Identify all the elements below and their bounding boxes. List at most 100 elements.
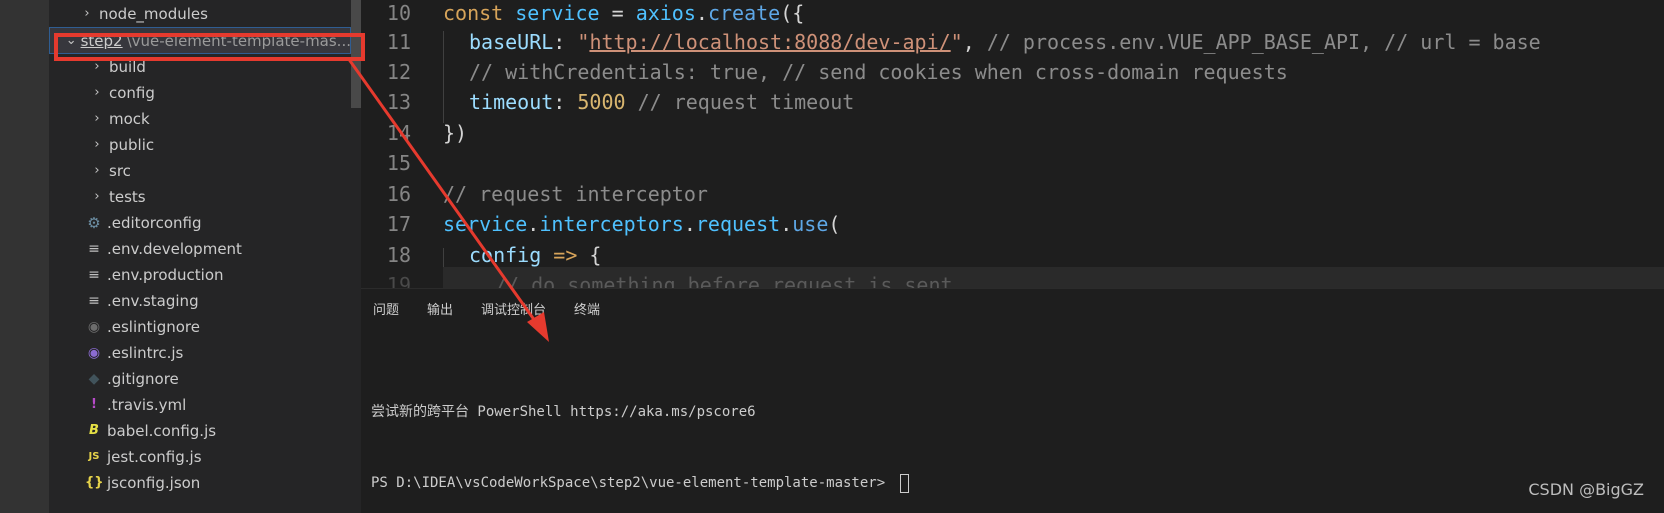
object-token: service (443, 211, 528, 236)
comment-token: // request timeout (625, 89, 855, 114)
activity-bar (0, 0, 49, 513)
keyword-token: const (443, 0, 504, 25)
function-token: use (792, 211, 829, 236)
babel-icon: B (89, 423, 99, 438)
comment-token: // process.env.VUE_APP_BASE_API, // url … (986, 29, 1541, 54)
annotation-highlight-box (54, 33, 365, 61)
tab-terminal[interactable]: 终端 (562, 299, 612, 318)
tree-item-label: .env.staging (107, 291, 199, 310)
line-number: 12 (386, 59, 411, 84)
explorer-sidebar: › node_modules ⌄ step2 \vue-element-temp… (49, 0, 361, 513)
colon-token: : (553, 89, 578, 114)
code-line: 11 baseURL: " http://localhost:8088/dev-a… (361, 26, 1541, 57)
line-number: 19 (386, 272, 411, 289)
object-token: axios (635, 0, 696, 25)
tree-item-src[interactable]: › src (49, 157, 351, 184)
code-line: 15 (361, 147, 443, 178)
tree-item-gitignore[interactable]: ◆ .gitignore (49, 365, 351, 392)
tree-item-mock[interactable]: › mock (49, 105, 351, 132)
number-token: 5000 (577, 89, 626, 114)
chevron-right-icon: › (84, 6, 90, 21)
property-token: timeout (469, 89, 554, 114)
dot-token: . (695, 0, 708, 25)
property-token: request (695, 211, 781, 236)
text-file-icon: ≡ (88, 292, 100, 309)
tree-item-label: .eslintrc.js (107, 343, 184, 362)
tree-item-eslintrc[interactable]: ◉ .eslintrc.js (49, 339, 351, 366)
bracket-token: }) (443, 120, 468, 145)
comma-token: , (962, 29, 987, 54)
tree-item-eslintignore[interactable]: ◉ .eslintignore (49, 313, 351, 340)
terminal-prompt-line: PS D:\IDEA\vsCodeWorkSpace\step2\vue-ele… (361, 463, 909, 503)
tree-item-label: .env.development (107, 239, 242, 258)
code-line: 18 config => { (361, 239, 602, 270)
tab-problems[interactable]: 问题 (361, 299, 411, 318)
tree-item-label: babel.config.js (107, 421, 217, 440)
tree-item-node-modules[interactable]: › node_modules (49, 0, 351, 27)
tree-item-config[interactable]: › config (49, 79, 351, 106)
bracket-token: ({ (780, 0, 805, 25)
chevron-right-icon: › (94, 85, 100, 100)
tree-item-label: config (109, 83, 155, 102)
tree-item-editorconfig[interactable]: ⚙ .editorconfig (49, 209, 351, 236)
tree-item-label: public (109, 135, 155, 154)
tree-item-travis[interactable]: ! .travis.yml (49, 391, 351, 418)
yaml-icon: ! (91, 397, 97, 412)
tree-item-env-production[interactable]: ≡ .env.production (49, 261, 351, 288)
colon-token: : (553, 29, 578, 54)
dot-token: . (780, 211, 793, 236)
terminal-cursor (899, 473, 909, 493)
json-icon: {} (85, 475, 104, 490)
tree-item-env-staging[interactable]: ≡ .env.staging (49, 287, 351, 314)
chevron-right-icon: › (94, 189, 100, 204)
text-file-icon: ≡ (88, 240, 100, 257)
code-line: 14 }) (361, 117, 467, 148)
eslint-icon: ◉ (87, 344, 101, 361)
chevron-right-icon: › (94, 111, 100, 126)
text-file-icon: ≡ (88, 266, 100, 283)
operator-token: = (599, 0, 636, 25)
tree-item-label: .eslintignore (107, 317, 200, 336)
bracket-token: { (589, 242, 602, 267)
url-link[interactable]: http://localhost:8088/dev-api/ (589, 30, 950, 54)
git-icon: ◆ (88, 370, 100, 387)
quote-token: " (950, 29, 963, 54)
line-number: 18 (386, 242, 411, 267)
tree-item-label: src (109, 161, 131, 180)
tree-item-label: tests (109, 187, 146, 206)
function-token: create (707, 0, 781, 25)
tree-item-tests[interactable]: › tests (49, 183, 351, 210)
comment-token: // do something before request is sent (495, 272, 953, 289)
javascript-icon: JS (88, 451, 100, 462)
tree-item-jsconfig[interactable]: {} jsconfig.json (49, 469, 351, 496)
tree-item-label: .editorconfig (107, 213, 202, 232)
line-number: 10 (386, 0, 411, 25)
tree-item-env-development[interactable]: ≡ .env.development (49, 235, 351, 262)
line-number: 13 (386, 89, 411, 114)
property-token: interceptors (539, 211, 684, 236)
terminal-text: 尝试新的跨平台 PowerShell https://aka.ms/pscore… (371, 404, 756, 420)
tree-item-label: .travis.yml (107, 395, 187, 414)
tab-debug-console[interactable]: 调试控制台 (469, 299, 558, 318)
arrow-token: => (541, 242, 590, 267)
dot-token: . (527, 211, 540, 236)
tree-item-label: .env.production (107, 265, 224, 284)
terminal-prompt: PS D:\IDEA\vsCodeWorkSpace\step2\vue-ele… (371, 475, 894, 491)
code-line: 16 // request interceptor (361, 178, 708, 209)
terminal[interactable]: 尝试新的跨平台 PowerShell https://aka.ms/pscore… (361, 359, 909, 513)
variable-token: service (515, 0, 600, 25)
tab-output[interactable]: 输出 (415, 299, 465, 318)
chevron-right-icon: › (94, 59, 100, 74)
code-line: 13 timeout: 5000 // request timeout (361, 86, 854, 117)
tree-item-label: .gitignore (107, 369, 179, 388)
line-number: 15 (386, 150, 411, 175)
line-number: 16 (386, 181, 411, 206)
tree-item-jest-config[interactable]: JS jest.config.js (49, 443, 351, 470)
ignore-file-icon: ◉ (87, 318, 101, 335)
tree-item-label: jsconfig.json (107, 473, 201, 492)
code-editor[interactable]: 10 const service = axios. create({ 11 bas… (361, 0, 1664, 288)
comment-token: // request interceptor (443, 181, 708, 206)
tree-item-babel-config[interactable]: B babel.config.js (49, 417, 351, 444)
terminal-line: 尝试新的跨平台 PowerShell https://aka.ms/pscore… (361, 391, 909, 431)
tree-item-public[interactable]: › public (49, 131, 351, 158)
